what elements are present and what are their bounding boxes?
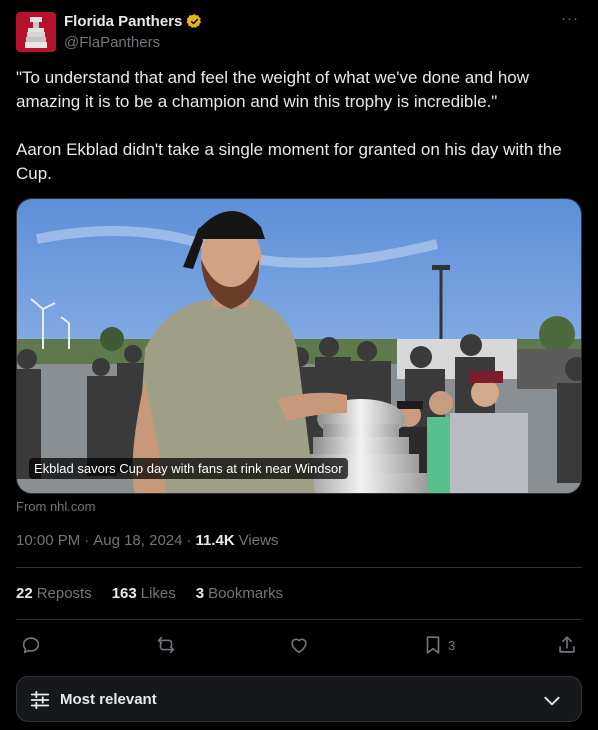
media-card[interactable]: Ekblad savors Cup day with fans at rink … bbox=[16, 198, 582, 494]
repost-button[interactable] bbox=[155, 632, 177, 658]
reply-icon bbox=[22, 637, 40, 654]
like-icon bbox=[291, 638, 307, 654]
stanley-cup-avatar-icon bbox=[16, 12, 56, 52]
views-count: 11.4K bbox=[195, 532, 235, 549]
reply-button[interactable] bbox=[20, 632, 42, 658]
tweet-date[interactable]: Aug 18, 2024 bbox=[93, 532, 182, 549]
bookmark-icon bbox=[426, 636, 440, 654]
sort-label: Most relevant bbox=[60, 691, 157, 708]
media-image bbox=[17, 199, 581, 493]
share-icon bbox=[559, 636, 575, 653]
chevron-down-icon[interactable] bbox=[541, 691, 563, 711]
divider bbox=[16, 567, 582, 568]
reposts-count: 22 bbox=[16, 585, 33, 602]
like-button[interactable] bbox=[288, 632, 310, 658]
action-bar: 3 bbox=[16, 632, 582, 662]
divider bbox=[16, 619, 582, 620]
tweet-time[interactable]: 10:00 PM bbox=[16, 532, 80, 549]
tweet-paragraph-body: Aaron Ekblad didn't take a single moment… bbox=[16, 140, 562, 183]
likes-stat[interactable]: 163 Likes bbox=[112, 585, 176, 602]
meta-separator: · bbox=[84, 532, 90, 549]
views-label: Views bbox=[238, 532, 279, 549]
reposts-stat[interactable]: 22 Reposts bbox=[16, 585, 92, 602]
tweet-meta: 10:00 PM · Aug 18, 2024 · 11.4K Views bbox=[16, 532, 278, 549]
tweet-header: Florida Panthers @FlaPanthers ··· bbox=[16, 11, 582, 54]
repost-icon bbox=[157, 636, 175, 654]
reply-sort-selector[interactable]: Most relevant bbox=[16, 676, 582, 722]
meta-separator: · bbox=[186, 532, 192, 549]
avatar[interactable] bbox=[16, 12, 56, 52]
bookmarks-label: Bookmarks bbox=[208, 585, 284, 602]
tweet-paragraph-quote: "To understand that and feel the weight … bbox=[16, 68, 530, 111]
likes-count: 163 bbox=[111, 585, 137, 602]
display-name[interactable]: Florida Panthers bbox=[64, 13, 182, 30]
reposts-label: Reposts bbox=[36, 585, 92, 602]
bookmark-button[interactable]: 3 bbox=[422, 632, 455, 658]
sliders-icon bbox=[30, 690, 50, 710]
name-row: Florida Panthers bbox=[64, 13, 203, 30]
more-options-icon[interactable]: ··· bbox=[560, 11, 580, 32]
media-source[interactable]: From nhl.com bbox=[16, 499, 95, 514]
bookmark-count: 3 bbox=[448, 637, 456, 653]
share-button[interactable] bbox=[556, 632, 578, 658]
bookmarks-stat[interactable]: 3 Bookmarks bbox=[196, 585, 283, 602]
bookmarks-count: 3 bbox=[195, 585, 205, 602]
tweet-text: "To understand that and feel the weight … bbox=[16, 66, 584, 186]
verified-badge-icon bbox=[186, 14, 202, 28]
likes-label: Likes bbox=[140, 585, 176, 602]
handle[interactable]: @FlaPanthers bbox=[64, 34, 160, 51]
engagement-stats: 22 Reposts 163 Likes 3 Bookmarks bbox=[16, 585, 283, 602]
media-caption: Ekblad savors Cup day with fans at rink … bbox=[29, 458, 348, 479]
